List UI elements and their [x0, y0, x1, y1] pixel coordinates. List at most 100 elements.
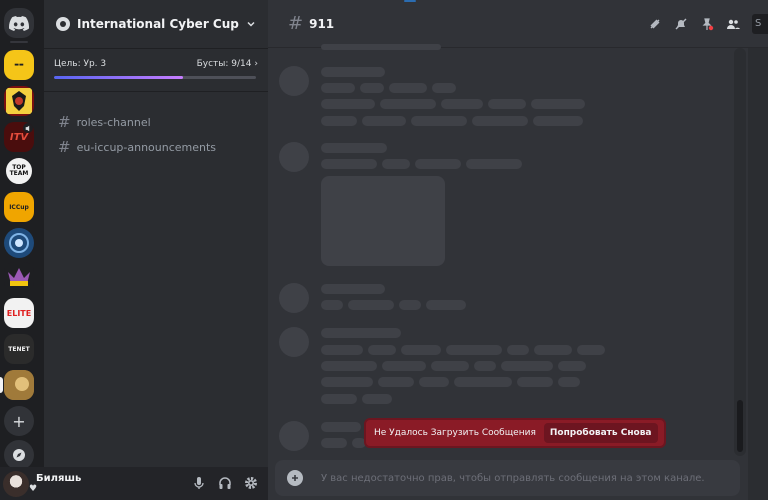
skeleton-line	[321, 83, 355, 93]
add-server-button[interactable]: +	[4, 406, 34, 436]
user-status: ♥	[29, 484, 38, 494]
skeleton-line	[321, 328, 401, 338]
boost-goal[interactable]: Цель: Ур. 3 Бусты: 9/14 ›	[44, 48, 268, 92]
username: Биляшь	[36, 473, 82, 484]
chevron-down-icon	[247, 21, 255, 27]
skeleton-line	[360, 83, 384, 93]
skeleton-line	[411, 116, 467, 126]
skeleton-line	[488, 99, 526, 109]
server-iccup[interactable]: ICCup	[4, 192, 34, 222]
skeleton-line	[401, 345, 441, 355]
skeleton-avatar	[279, 327, 309, 357]
scrollbar-thumb[interactable]	[737, 400, 743, 452]
boost-progress-fill	[54, 76, 184, 79]
hash-icon: #	[58, 138, 71, 156]
channel-label: eu-iccup-announcements	[76, 140, 217, 154]
discord-logo-icon	[9, 15, 29, 31]
members-icon[interactable]	[726, 17, 740, 31]
right-edge-panel	[748, 48, 768, 500]
skeleton-line	[431, 361, 469, 371]
speaker-icon	[23, 123, 33, 133]
skeleton-line	[382, 159, 410, 169]
server-elite[interactable]: ELITE	[4, 298, 34, 328]
channel-label: roles-channel	[76, 115, 151, 129]
pin-icon[interactable]	[700, 17, 714, 31]
load-error-toast: Не Удалось Загрузить Сообщения Попробова…	[364, 418, 666, 448]
skeleton-image	[321, 176, 445, 266]
skeleton-line	[321, 143, 387, 153]
skeleton-line	[321, 377, 373, 387]
skeleton-line	[415, 159, 461, 169]
guild-header[interactable]: International Cyber Cup	[44, 0, 268, 48]
hash-icon: #	[288, 13, 304, 34]
server-ltv[interactable]: ITV	[4, 122, 34, 152]
server-crest[interactable]	[4, 86, 34, 116]
attach-plus-icon[interactable]	[287, 470, 303, 486]
skeleton-line	[432, 83, 456, 93]
channel-roles-channel[interactable]: # roles-channel	[52, 111, 260, 133]
message-composer: У вас недостаточно прав, чтобы отправлят…	[275, 460, 740, 496]
skeleton-line	[321, 361, 377, 371]
discord-home-button[interactable]	[4, 8, 34, 38]
skeleton-avatar	[279, 283, 309, 313]
skeleton-line	[321, 438, 347, 448]
skeleton-line	[454, 377, 512, 387]
chat-scrollbar[interactable]	[734, 48, 746, 456]
skeleton-line	[534, 345, 572, 355]
skeleton-line	[321, 345, 363, 355]
chevron-right-icon: ›	[254, 59, 258, 69]
skeleton-line	[466, 159, 522, 169]
server-rail: ▬▬ ITV TOP TEAM ICCup ELITE TENET +	[0, 0, 44, 500]
skeleton-line	[501, 361, 553, 371]
skeleton-line	[321, 67, 385, 77]
blue-swirl-icon	[9, 233, 29, 253]
skeleton-line	[380, 99, 436, 109]
skeleton-line	[321, 300, 343, 310]
discover-button[interactable]	[4, 440, 34, 470]
skeleton-line	[368, 345, 396, 355]
server-blue-swirl[interactable]	[4, 228, 34, 258]
boost-progress-bar	[54, 76, 256, 79]
skeleton-line	[419, 377, 449, 387]
rail-separator	[10, 41, 28, 43]
channel-header: # 911 S	[268, 0, 768, 48]
server-custom[interactable]	[4, 262, 34, 292]
skeleton-line	[321, 422, 361, 432]
server-top-team[interactable]: TOP TEAM	[4, 156, 34, 186]
skeleton-line	[362, 116, 406, 126]
compass-icon	[13, 449, 25, 461]
mute-bell-icon[interactable]	[674, 17, 688, 31]
skeleton-line	[533, 116, 583, 126]
gold-art-icon	[4, 370, 34, 400]
server-gold-art[interactable]	[4, 370, 34, 400]
gear-icon[interactable]	[244, 476, 258, 490]
avatar[interactable]	[3, 470, 29, 497]
skeleton-line	[321, 159, 377, 169]
server-tenet-logo: TENET	[8, 345, 30, 353]
server-top-team-logo: TOP TEAM	[9, 164, 29, 177]
skeleton-line	[321, 44, 441, 50]
skeleton-line	[321, 284, 385, 294]
skeleton-line	[382, 361, 426, 371]
search-input[interactable]: S	[752, 14, 768, 34]
server-yellow[interactable]: ▬▬	[4, 50, 34, 80]
error-message: Не Удалось Загрузить Сообщения	[374, 428, 536, 438]
retry-button[interactable]: Попробовать Снова	[543, 423, 658, 443]
skeleton-avatar	[279, 421, 309, 451]
skeleton-line	[441, 99, 483, 109]
server-iccup-logo: ICCup	[9, 203, 29, 211]
skeleton-line	[321, 394, 357, 404]
microphone-icon[interactable]	[192, 476, 206, 490]
skeleton-line	[517, 377, 553, 387]
server-tenet[interactable]: TENET	[4, 334, 34, 364]
channel-eu-iccup-announcements[interactable]: # eu-iccup-announcements	[52, 136, 260, 158]
server-elite-logo: ELITE	[6, 308, 32, 318]
skeleton-line	[321, 99, 375, 109]
threads-icon[interactable]	[648, 17, 662, 31]
headphones-icon[interactable]	[218, 476, 232, 490]
skeleton-line	[507, 345, 529, 355]
message-input[interactable]: У вас недостаточно прав, чтобы отправлят…	[321, 473, 705, 484]
boost-count: Бусты: 9/14 ›	[196, 59, 258, 69]
skeleton-line	[426, 300, 466, 310]
user-info[interactable]: Биляшь ♥	[29, 473, 81, 494]
